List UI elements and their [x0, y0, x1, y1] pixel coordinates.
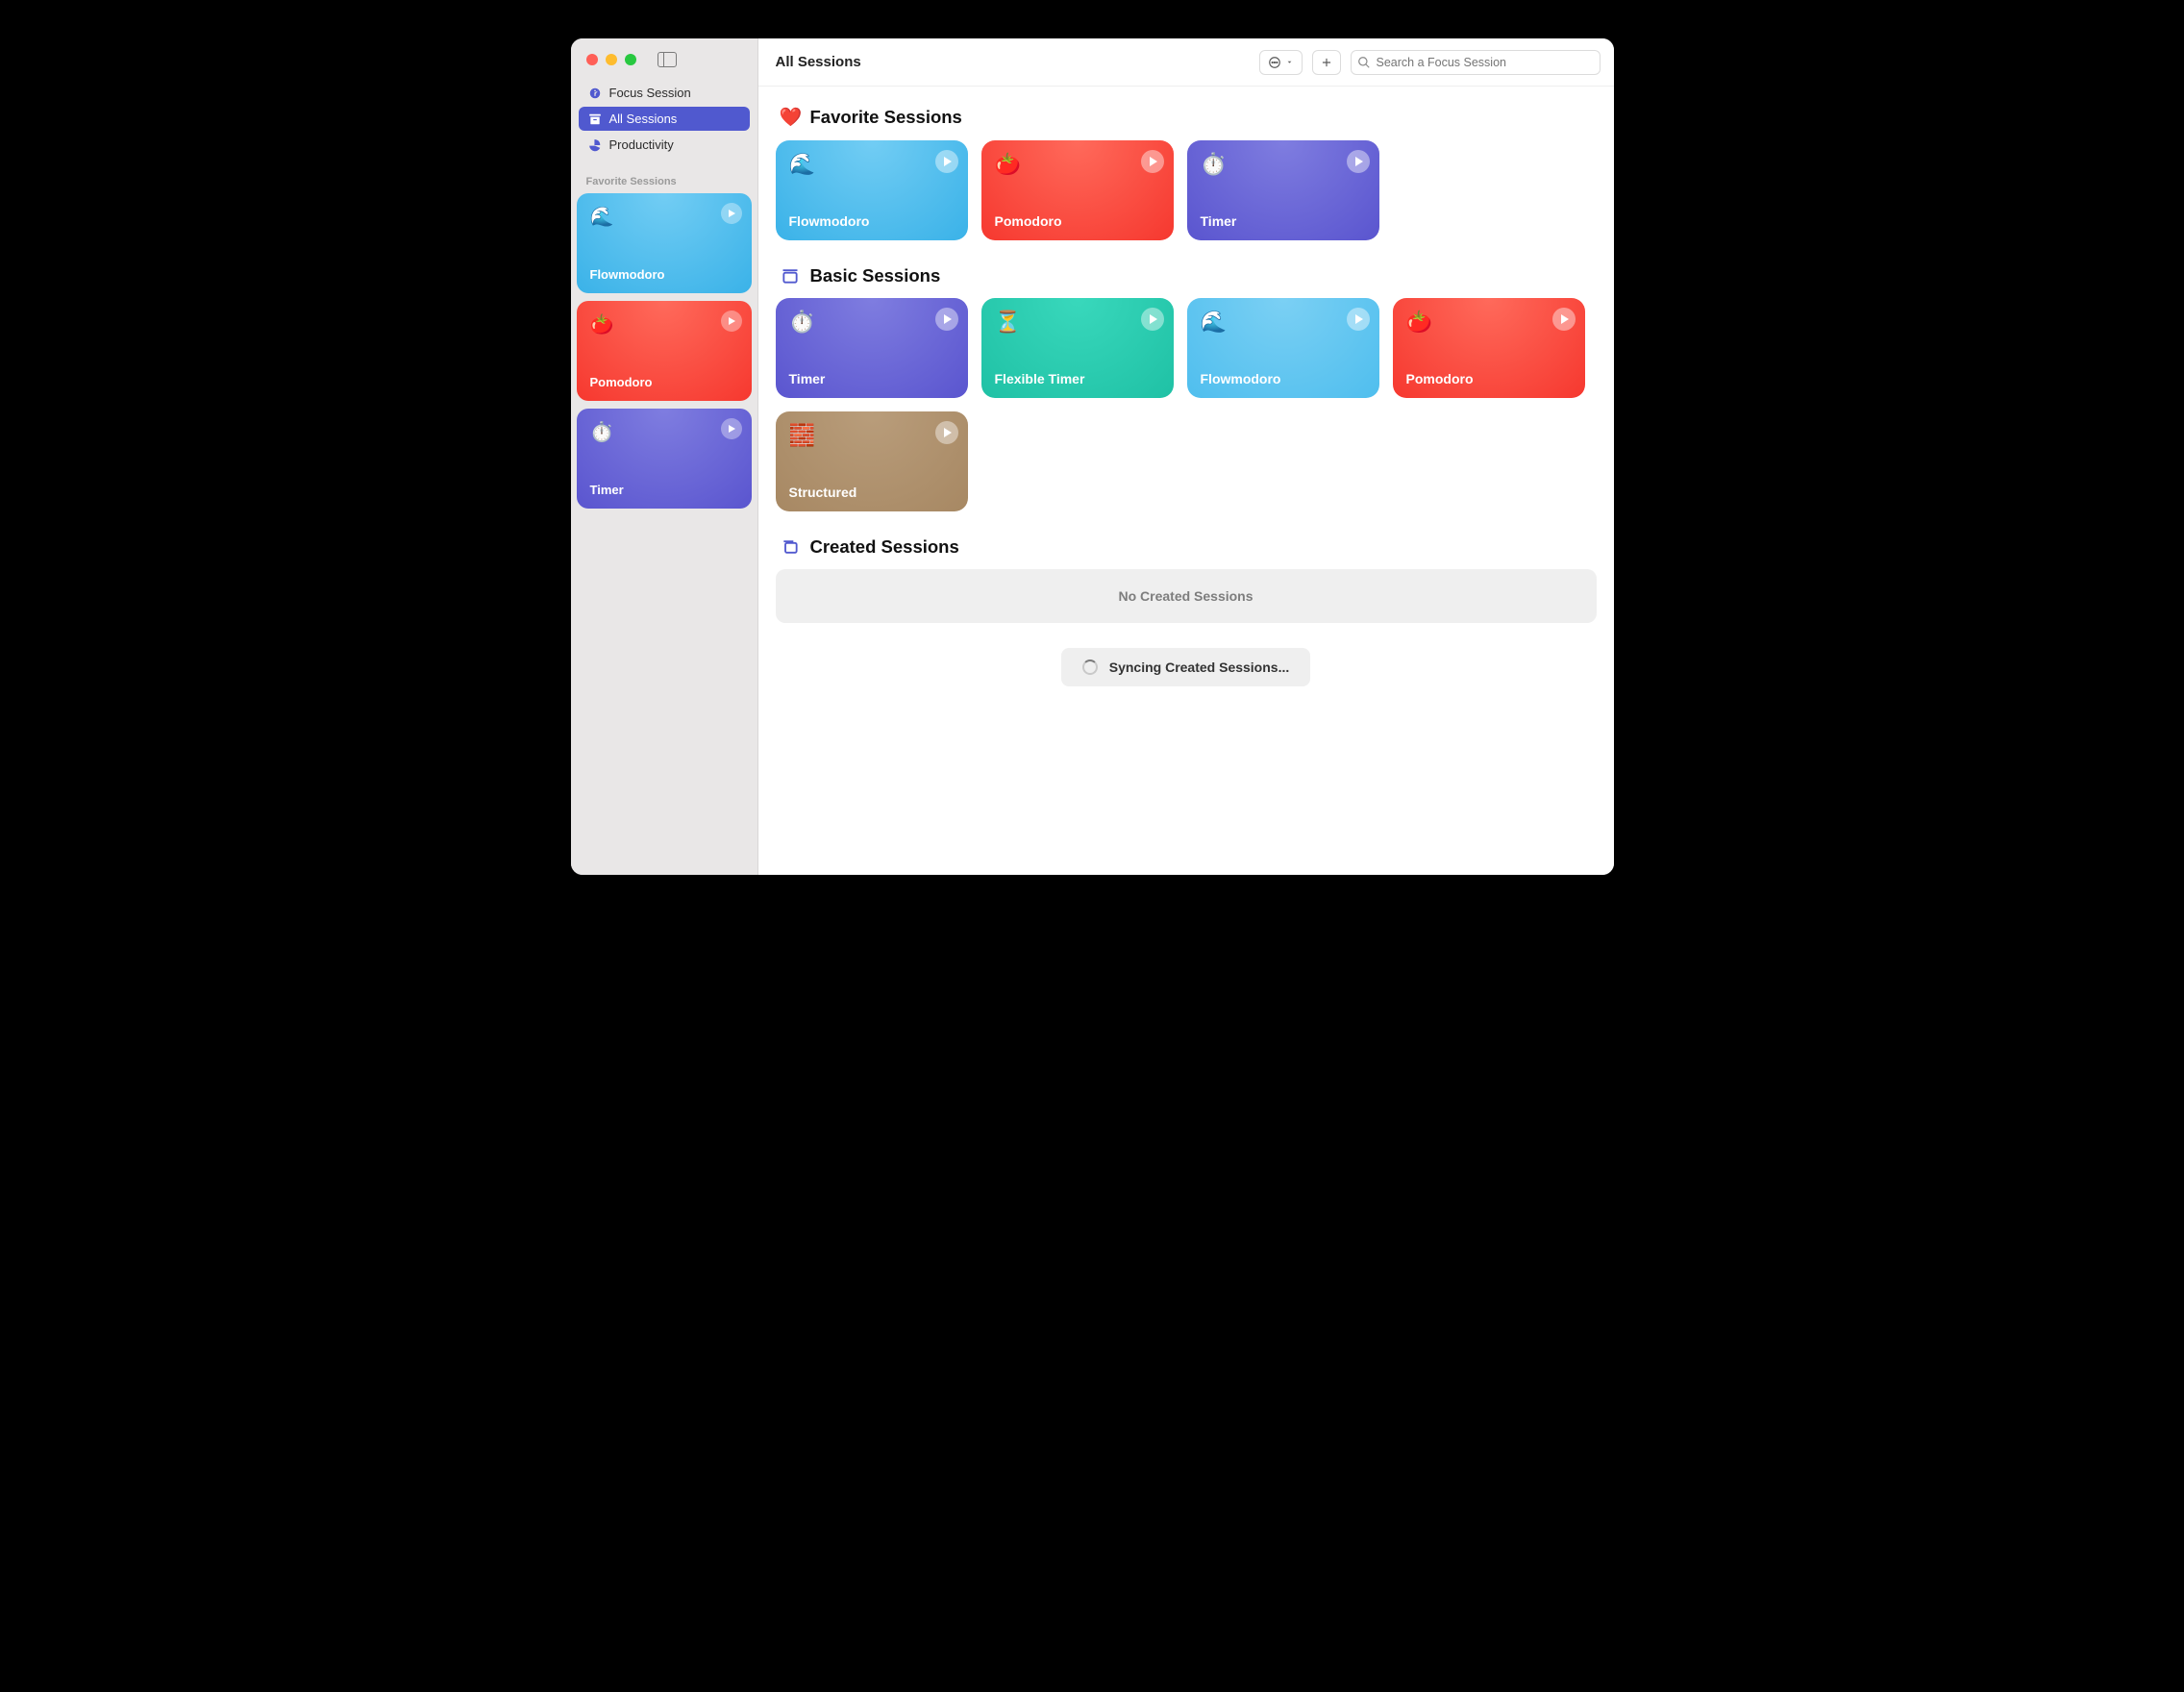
session-card-pomodoro[interactable]: 🍅 Pomodoro: [981, 140, 1174, 240]
play-icon[interactable]: [721, 203, 742, 224]
play-icon[interactable]: [1141, 150, 1164, 173]
pie-chart-icon: [588, 138, 602, 152]
session-card-flowmodoro[interactable]: 🌊 Flowmodoro: [776, 140, 968, 240]
sidebar-favorites-header: Favorite Sessions: [571, 159, 757, 193]
tomato-icon: 🍅: [1406, 310, 1572, 335]
play-icon[interactable]: [935, 308, 958, 331]
play-icon[interactable]: [935, 421, 958, 444]
search-field-container: [1351, 50, 1601, 75]
favorite-card-label: Flowmodoro: [590, 267, 738, 282]
archive-outline-icon: [780, 265, 801, 286]
sidebar-favorite-card-pomodoro[interactable]: 🍅 Pomodoro: [577, 301, 752, 401]
syncing-label: Syncing Created Sessions...: [1109, 659, 1290, 675]
sidebar-item-all-sessions[interactable]: All Sessions: [579, 107, 750, 131]
sidebar-item-focus-session[interactable]: Focus Session: [579, 81, 750, 105]
page-title: All Sessions: [776, 54, 861, 70]
stack-outline-icon: [780, 536, 801, 558]
session-card-label: Timer: [789, 371, 955, 386]
play-icon[interactable]: [721, 418, 742, 439]
section-header-created: Created Sessions: [780, 536, 1597, 558]
hourglass-icon: ⏳: [995, 310, 1160, 335]
stopwatch-icon: ⏱️: [590, 420, 738, 444]
traffic-lights: [586, 54, 636, 65]
play-icon[interactable]: [721, 311, 742, 332]
add-session-button[interactable]: [1312, 50, 1341, 75]
stopwatch-icon: ⏱️: [1201, 152, 1366, 177]
archive-icon: [588, 112, 602, 126]
favorite-card-label: Pomodoro: [590, 375, 738, 389]
search-icon: [1357, 56, 1371, 69]
syncing-status: Syncing Created Sessions...: [1061, 648, 1311, 686]
session-card-label: Flowmodoro: [1201, 371, 1366, 386]
sidebar-item-label: Productivity: [609, 137, 674, 152]
toolbar: All Sessions: [758, 38, 1614, 87]
basic-cards-grid: ⏱️ Timer ⏳ Flexible Timer 🌊 Flowmodoro 🍅: [776, 298, 1597, 511]
session-card-label: Timer: [1201, 213, 1366, 229]
sidebar-item-label: All Sessions: [609, 112, 678, 126]
section-header-favorite: ❤️ Favorite Sessions: [780, 106, 1597, 129]
section-title: Favorite Sessions: [810, 107, 962, 128]
wave-icon: 🌊: [590, 205, 738, 229]
window-close-button[interactable]: [586, 54, 598, 65]
created-sessions-empty-state: No Created Sessions: [776, 569, 1597, 623]
plus-icon: [1320, 56, 1333, 69]
tomato-icon: 🍅: [995, 152, 1160, 177]
favorite-card-label: Timer: [590, 483, 738, 497]
window-zoom-button[interactable]: [625, 54, 636, 65]
section-header-basic: Basic Sessions: [780, 265, 1597, 286]
more-options-button[interactable]: [1259, 50, 1303, 75]
tomato-icon: 🍅: [590, 312, 738, 336]
session-card-label: Pomodoro: [995, 213, 1160, 229]
app-window: Focus Session All Sessions Productivity …: [571, 38, 1614, 875]
main-pane: All Sessions ❤️ Favorite Sessions: [758, 38, 1614, 875]
favorite-cards-grid: 🌊 Flowmodoro 🍅 Pomodoro ⏱️ Timer: [776, 140, 1597, 240]
session-card-pomodoro[interactable]: 🍅 Pomodoro: [1393, 298, 1585, 398]
play-icon[interactable]: [1347, 150, 1370, 173]
session-card-label: Pomodoro: [1406, 371, 1572, 386]
session-card-structured[interactable]: 🧱 Structured: [776, 411, 968, 511]
sidebar-toggle-icon[interactable]: [658, 52, 677, 67]
section-title: Created Sessions: [810, 536, 959, 558]
session-card-timer[interactable]: ⏱️ Timer: [1187, 140, 1379, 240]
spinner-icon: [1082, 659, 1098, 675]
session-card-flowmodoro[interactable]: 🌊 Flowmodoro: [1187, 298, 1379, 398]
stopwatch-icon: ⏱️: [789, 310, 955, 335]
session-card-timer[interactable]: ⏱️ Timer: [776, 298, 968, 398]
session-card-label: Flowmodoro: [789, 213, 955, 229]
play-icon[interactable]: [1141, 308, 1164, 331]
sidebar-item-label: Focus Session: [609, 86, 691, 100]
titlebar: [571, 48, 757, 81]
search-input[interactable]: [1351, 50, 1601, 75]
chevron-down-icon: [1285, 58, 1294, 66]
play-icon[interactable]: [1552, 308, 1576, 331]
session-card-label: Structured: [789, 485, 955, 500]
sidebar: Focus Session All Sessions Productivity …: [571, 38, 758, 875]
sidebar-favorite-card-flowmodoro[interactable]: 🌊 Flowmodoro: [577, 193, 752, 293]
play-icon[interactable]: [935, 150, 958, 173]
sidebar-favorites-list: 🌊 Flowmodoro 🍅 Pomodoro ⏱️ Timer: [571, 193, 757, 509]
heart-icon: ❤️: [780, 106, 801, 129]
sidebar-item-productivity[interactable]: Productivity: [579, 133, 750, 157]
session-card-flexible-timer[interactable]: ⏳ Flexible Timer: [981, 298, 1174, 398]
session-card-label: Flexible Timer: [995, 371, 1160, 386]
sidebar-nav: Focus Session All Sessions Productivity: [571, 81, 757, 159]
wave-icon: 🌊: [789, 152, 955, 177]
play-icon[interactable]: [1347, 308, 1370, 331]
brick-icon: 🧱: [789, 423, 955, 448]
content-scroll[interactable]: ❤️ Favorite Sessions 🌊 Flowmodoro 🍅 Pomo…: [758, 87, 1614, 875]
wave-icon: 🌊: [1201, 310, 1366, 335]
section-title: Basic Sessions: [810, 265, 941, 286]
window-minimize-button[interactable]: [606, 54, 617, 65]
ellipsis-circle-icon: [1268, 56, 1281, 69]
gauge-icon: [588, 87, 602, 100]
sidebar-favorite-card-timer[interactable]: ⏱️ Timer: [577, 409, 752, 509]
